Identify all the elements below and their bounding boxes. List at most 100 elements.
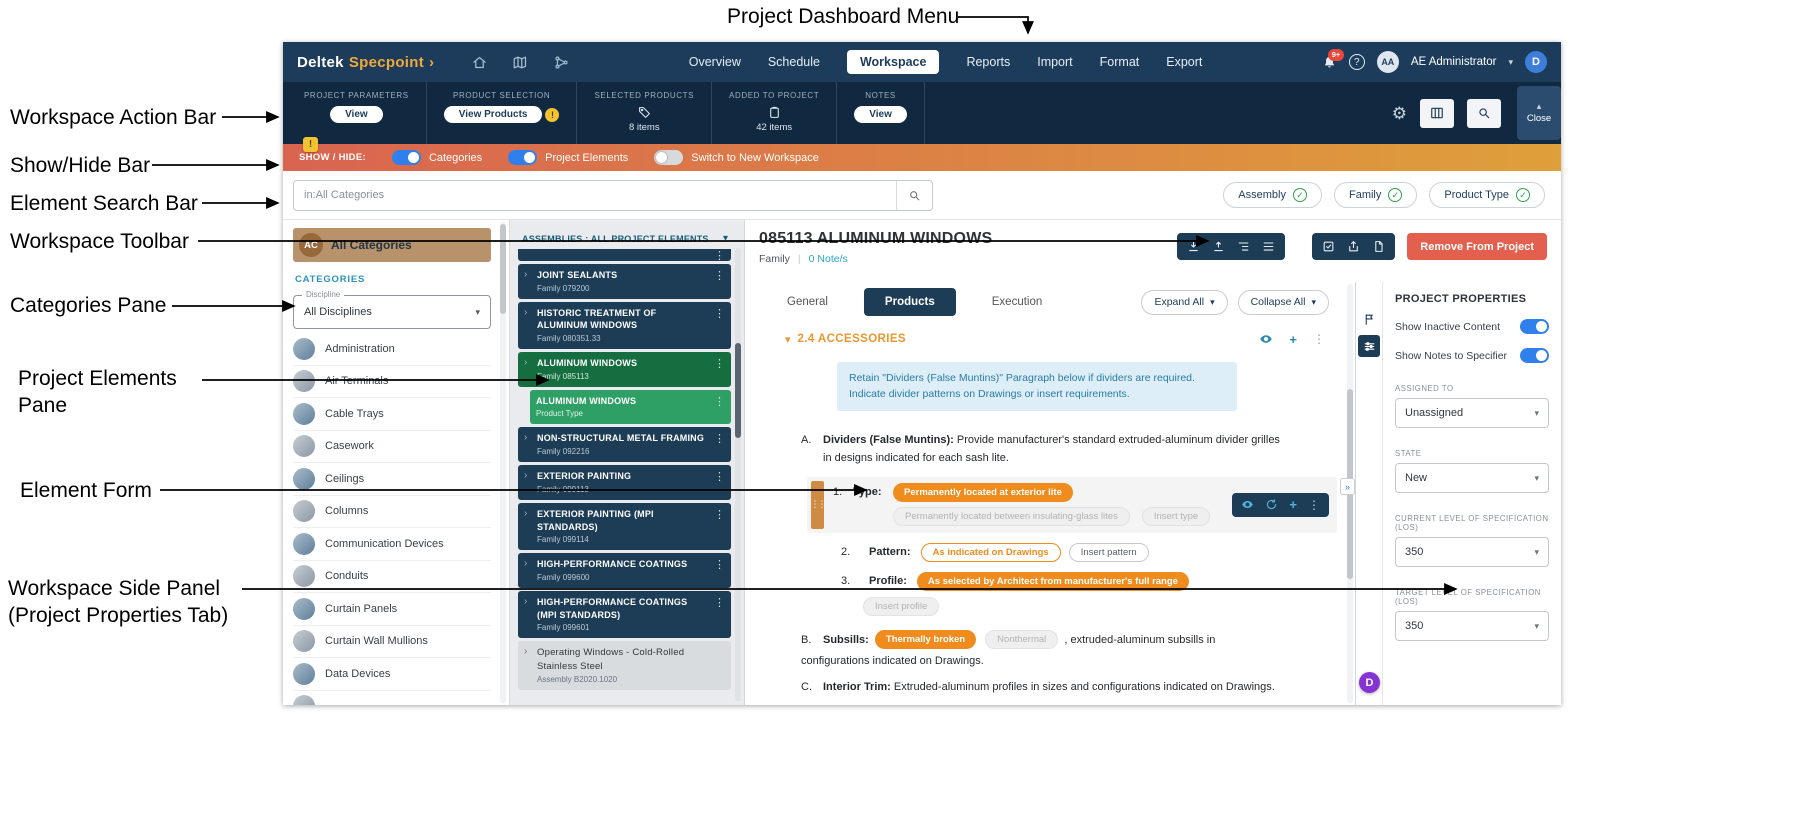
element-row[interactable]: › JOINT SEALANTSFamily 079200 ⋮	[518, 264, 731, 299]
close-workspace-button[interactable]: ▴ Close	[1517, 86, 1561, 140]
notifications-bell-icon[interactable]: 9+	[1322, 55, 1337, 70]
insert-profile-pill[interactable]: Insert profile	[863, 597, 939, 616]
chevron-right-icon[interactable]: ›	[524, 357, 532, 381]
category-row[interactable]: Curtain Wall Mullions	[293, 626, 491, 659]
chat-widget-badge[interactable]: D	[1359, 672, 1380, 693]
kebab-icon[interactable]: ⋮	[1313, 333, 1325, 345]
menu-overview[interactable]: Overview	[689, 55, 741, 69]
gear-icon[interactable]: ⚙	[1392, 105, 1407, 122]
outline-list-icon[interactable]	[1237, 240, 1250, 253]
tab-execution[interactable]: Execution	[992, 289, 1043, 315]
show-notes-toggle[interactable]	[1520, 348, 1549, 363]
chevron-right-icon[interactable]: ›	[524, 596, 532, 632]
plus-icon[interactable]: +	[1289, 498, 1297, 511]
expand-all-button[interactable]: Expand All▾	[1141, 290, 1227, 315]
search-input[interactable]	[294, 189, 896, 201]
remove-from-project-button[interactable]: Remove From Project	[1407, 233, 1547, 260]
drag-handle-icon[interactable]: ⋮⋮	[811, 481, 824, 529]
filter-family[interactable]: Family ✓	[1334, 182, 1417, 208]
option-row-type[interactable]: ⋮⋮ 1. Type: Permanently located at exter…	[807, 477, 1337, 533]
kebab-icon[interactable]: ⋮	[714, 357, 725, 381]
added-to-project-indicator[interactable]: 42 items	[756, 106, 792, 133]
category-row[interactable]: Casework	[293, 431, 491, 464]
section-collapse-icon[interactable]: ▾	[785, 333, 791, 346]
element-row[interactable]: › EXTERIOR PAINTINGFamily 099113 ⋮	[518, 465, 731, 500]
document-icon[interactable]	[1372, 240, 1385, 253]
flag-icon[interactable]	[1358, 308, 1380, 330]
chevron-right-icon[interactable]: ›	[524, 470, 532, 494]
menu-workspace[interactable]: Workspace	[847, 50, 939, 74]
kebab-icon[interactable]: ⋮	[714, 558, 725, 582]
state-select[interactable]: New▾	[1395, 463, 1549, 493]
chevron-right-icon[interactable]: ›	[524, 432, 532, 456]
share-icon[interactable]	[1347, 240, 1360, 253]
insert-type-pill[interactable]: Insert type	[1142, 507, 1210, 526]
category-row[interactable]: Conduits	[293, 561, 491, 594]
category-row[interactable]: Data Devices	[293, 658, 491, 691]
chevron-right-icon[interactable]: ›	[524, 269, 532, 293]
view-notes-button[interactable]: View	[854, 106, 907, 123]
search-icon[interactable]	[896, 181, 932, 210]
category-row-clipped[interactable]	[293, 691, 491, 706]
kebab-icon[interactable]: ⋮	[714, 269, 725, 293]
element-row[interactable]: › HIGH-PERFORMANCE COATINGS (MPI STANDAR…	[518, 591, 731, 638]
kebab-icon[interactable]: ⋮	[714, 432, 725, 456]
insert-pattern-pill[interactable]: Insert pattern	[1069, 543, 1149, 562]
eye-icon[interactable]	[1241, 498, 1254, 511]
view-project-parameters-button[interactable]: View	[330, 106, 383, 123]
category-row[interactable]: Administration	[293, 333, 491, 366]
help-icon[interactable]: ?	[1349, 54, 1365, 70]
grid-view-button[interactable]	[1420, 99, 1454, 128]
categories-toggle[interactable]	[392, 150, 421, 165]
project-elements-toggle[interactable]	[508, 150, 537, 165]
category-row[interactable]: Cable Trays	[293, 398, 491, 431]
chevron-right-icon[interactable]: ›	[524, 646, 532, 684]
kebab-icon[interactable]: ⋮	[714, 470, 725, 494]
elements-header[interactable]: ASSEMBLIES : ALL PROJECT ELEMENTS ▾	[518, 220, 731, 246]
new-workspace-toggle[interactable]	[654, 150, 683, 165]
menu-reports[interactable]: Reports	[966, 55, 1010, 69]
element-row-clipped[interactable]: ⋮	[518, 249, 731, 261]
notes-link[interactable]: 0 Note/s	[809, 253, 848, 265]
subsills-pill-alternate[interactable]: Nonthermal	[985, 630, 1058, 649]
element-row-product-type[interactable]: ALUMINUM WINDOWSProduct Type ⋮	[530, 390, 731, 425]
show-inactive-toggle[interactable]	[1520, 319, 1549, 334]
upload-icon[interactable]	[1212, 240, 1225, 253]
tab-products[interactable]: Products	[864, 288, 956, 316]
element-row[interactable]: › NON-STRUCTURAL METAL FRAMINGFamily 092…	[518, 427, 731, 462]
assigned-to-select[interactable]: Unassigned▾	[1395, 398, 1549, 428]
category-row[interactable]: Ceilings	[293, 463, 491, 496]
element-row[interactable]: › HISTORIC TREATMENT OF ALUMINUM WINDOWS…	[518, 302, 731, 349]
kebab-icon[interactable]: ⋮	[714, 596, 725, 632]
chevron-right-icon[interactable]: ›	[524, 558, 532, 582]
category-row[interactable]: Curtain Panels	[293, 593, 491, 626]
plus-icon[interactable]: +	[1289, 333, 1297, 346]
search-button[interactable]	[1467, 99, 1501, 128]
user-menu-chevron-icon[interactable]: ▾	[1508, 57, 1513, 68]
element-row-selected[interactable]: › ALUMINUM WINDOWSFamily 085113 ⋮	[518, 352, 731, 387]
view-products-button[interactable]: View Products	[444, 106, 543, 123]
menu-import[interactable]: Import	[1037, 55, 1072, 69]
download-icon[interactable]	[1187, 240, 1200, 253]
menu-export[interactable]: Export	[1166, 55, 1202, 69]
kebab-icon[interactable]: ⋮	[714, 307, 725, 343]
menu-format[interactable]: Format	[1100, 55, 1140, 69]
kebab-icon[interactable]: ⋮	[714, 249, 725, 261]
workflow-icon[interactable]	[554, 55, 569, 70]
map-icon[interactable]	[513, 55, 528, 70]
home-icon[interactable]	[472, 55, 487, 70]
target-los-select[interactable]: 350▾	[1395, 611, 1549, 641]
properties-tab-icon[interactable]	[1358, 335, 1380, 357]
filter-product-type[interactable]: Product Type ✓	[1429, 182, 1545, 208]
tab-general[interactable]: General	[787, 289, 828, 315]
list-icon[interactable]	[1262, 240, 1275, 253]
element-row[interactable]: › EXTERIOR PAINTING (MPI STANDARDS)Famil…	[518, 503, 731, 550]
option-pill-selected[interactable]: As indicated on Drawings	[921, 543, 1061, 562]
chevron-right-icon[interactable]: ›	[524, 508, 532, 544]
subsills-pill-selected[interactable]: Thermally broken	[875, 630, 976, 649]
deltek-app-badge[interactable]: D	[1525, 51, 1547, 73]
category-row[interactable]: Communication Devices	[293, 528, 491, 561]
eye-icon[interactable]	[1259, 332, 1273, 346]
category-row[interactable]: Air Terminals	[293, 366, 491, 399]
discipline-select[interactable]: Discipline All Disciplines ▾	[293, 295, 491, 329]
